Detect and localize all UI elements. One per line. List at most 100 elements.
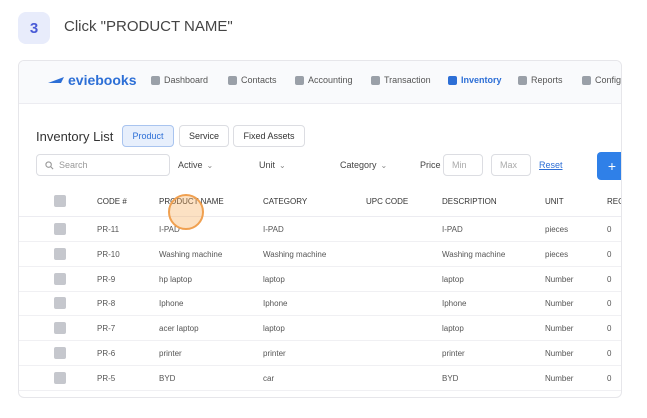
column-header-unit[interactable]: UNIT — [545, 197, 564, 206]
column-header-description[interactable]: DESCRIPTION — [442, 197, 497, 206]
nav-label: Contacts — [241, 75, 277, 85]
tab-fixed-assets[interactable]: Fixed Assets — [233, 125, 305, 147]
nav-item-dashboard[interactable]: Dashboard — [151, 75, 208, 85]
app-logo[interactable]: eviebooks — [47, 72, 136, 88]
search-icon — [45, 160, 54, 169]
row-checkbox[interactable] — [54, 322, 66, 335]
table-cell: Number — [545, 349, 574, 358]
add-item-button[interactable]: + — [597, 152, 621, 180]
table-cell: PR-10 — [97, 249, 120, 259]
price-label: Price — [420, 160, 441, 170]
chevron-down-icon: ⌄ — [380, 160, 388, 170]
reset-link[interactable]: Reset — [539, 160, 563, 170]
category-filter[interactable]: Category ⌄ — [340, 160, 387, 170]
table-row[interactable]: PR-10 Washing machine Washing machine Washi… — [19, 242, 621, 267]
row-checkbox[interactable] — [54, 297, 66, 310]
table-cell: laptop — [263, 274, 285, 284]
column-header-reorder[interactable]: REO — [607, 197, 621, 206]
nav-item-transaction[interactable]: Transaction — [371, 75, 431, 85]
top-navigation-bar: eviebooks Dashboard Contacts Accounting … — [19, 61, 621, 104]
table-cell: laptop — [442, 274, 464, 284]
table-row[interactable]: PR-6 printer printer printer Number 0 — [19, 341, 621, 366]
row-checkbox[interactable] — [54, 223, 66, 235]
dashboard-icon — [151, 75, 160, 85]
table-row[interactable]: PR-7 acer laptop laptop laptop Number 0 — [19, 316, 621, 342]
table-cell: printer — [159, 349, 182, 358]
row-checkbox[interactable] — [54, 272, 66, 285]
table-cell: Washing machine — [159, 249, 223, 259]
status-filter-value: Active — [178, 160, 203, 170]
price-max-input[interactable]: Max — [491, 154, 531, 176]
table-row[interactable]: PR-11 I-PAD I-PAD I-PAD pieces 0 — [19, 217, 621, 242]
table-cell: Number — [545, 274, 574, 284]
reports-icon — [518, 75, 527, 85]
table-cell: 0 — [607, 373, 612, 383]
table-row[interactable]: PR-8 Iphone Iphone Iphone Number 0 — [19, 291, 621, 317]
search-placeholder: Search — [59, 160, 88, 170]
nav-label: Dashboard — [164, 75, 209, 85]
config-icon — [582, 75, 591, 85]
table-cell: PR-6 — [97, 349, 116, 358]
table-cell: 0 — [607, 274, 612, 284]
table-cell: Washing machine — [442, 249, 506, 259]
step-number-badge: 3 — [18, 12, 50, 44]
price-min-input[interactable]: Min — [443, 154, 483, 176]
logo-mark-icon — [48, 77, 64, 83]
unit-filter[interactable]: Unit ⌄ — [259, 160, 286, 170]
select-all-checkbox[interactable] — [54, 195, 66, 207]
table-cell: Iphone — [263, 299, 288, 309]
table-cell: laptop — [442, 324, 464, 334]
table-cell: PR-7 — [97, 324, 116, 334]
column-header-code[interactable]: CODE # — [97, 197, 127, 206]
table-cell: BYD — [442, 373, 459, 383]
column-header-upc-code[interactable]: UPC CODE — [366, 197, 408, 206]
table-cell: printer — [263, 349, 286, 358]
table-cell: 0 — [607, 349, 612, 358]
table-cell: 0 — [607, 299, 612, 309]
nav-item-config[interactable]: Config — [582, 75, 621, 85]
transaction-icon — [371, 75, 380, 85]
status-filter[interactable]: Active ⌄ — [178, 160, 213, 170]
nav-label: Accounting — [308, 75, 353, 85]
nav-item-reports[interactable]: Reports — [518, 75, 563, 85]
nav-label: Transaction — [384, 75, 431, 85]
row-checkbox[interactable] — [54, 371, 66, 384]
table-row[interactable]: PR-5 BYD car BYD Number 0 — [19, 366, 621, 391]
step-instruction: Click "PRODUCT NAME" — [64, 18, 233, 35]
table-cell: car — [263, 373, 275, 383]
row-checkbox[interactable] — [54, 247, 66, 260]
nav-label: Inventory — [461, 75, 502, 85]
nav-item-accounting[interactable]: Accounting — [295, 75, 353, 85]
inventory-icon — [448, 75, 457, 85]
search-input[interactable]: Search — [36, 154, 170, 176]
table-cell: PR-5 — [97, 373, 116, 383]
nav-item-inventory[interactable]: Inventory — [448, 75, 502, 85]
table-cell: Iphone — [442, 299, 467, 309]
nav-item-contacts[interactable]: Contacts — [228, 75, 277, 85]
table-header: CODE # PRODUCT NAME CATEGORY UPC CODE DE… — [19, 186, 621, 217]
table-cell: acer laptop — [159, 324, 199, 334]
table-cell: Number — [545, 373, 574, 383]
table-cell: Iphone — [159, 299, 184, 309]
table-cell: printer — [442, 349, 465, 358]
table-cell: PR-11 — [97, 225, 120, 234]
logo-text: eviebooks — [68, 72, 137, 88]
contacts-icon — [228, 75, 237, 85]
table-cell: PR-9 — [97, 274, 116, 284]
row-checkbox[interactable] — [54, 347, 66, 359]
table-row[interactable]: PR-9 hp laptop laptop laptop Number 0 — [19, 267, 621, 292]
column-header-category[interactable]: CATEGORY — [263, 197, 307, 206]
table-cell: PR-8 — [97, 299, 116, 309]
table-cell: 0 — [607, 324, 612, 334]
nav-label: Reports — [531, 75, 563, 85]
table-cell: 0 — [607, 225, 612, 234]
chevron-down-icon: ⌄ — [279, 160, 286, 170]
accounting-icon — [295, 75, 304, 85]
table-cell: pieces — [545, 225, 569, 234]
category-filter-value: Category — [340, 160, 377, 170]
app-screenshot-frame: eviebooks Dashboard Contacts Accounting … — [18, 60, 622, 398]
click-indicator — [168, 194, 204, 230]
table-cell: pieces — [545, 249, 569, 259]
tab-product[interactable]: Product — [122, 125, 174, 147]
tab-service[interactable]: Service — [179, 125, 229, 147]
